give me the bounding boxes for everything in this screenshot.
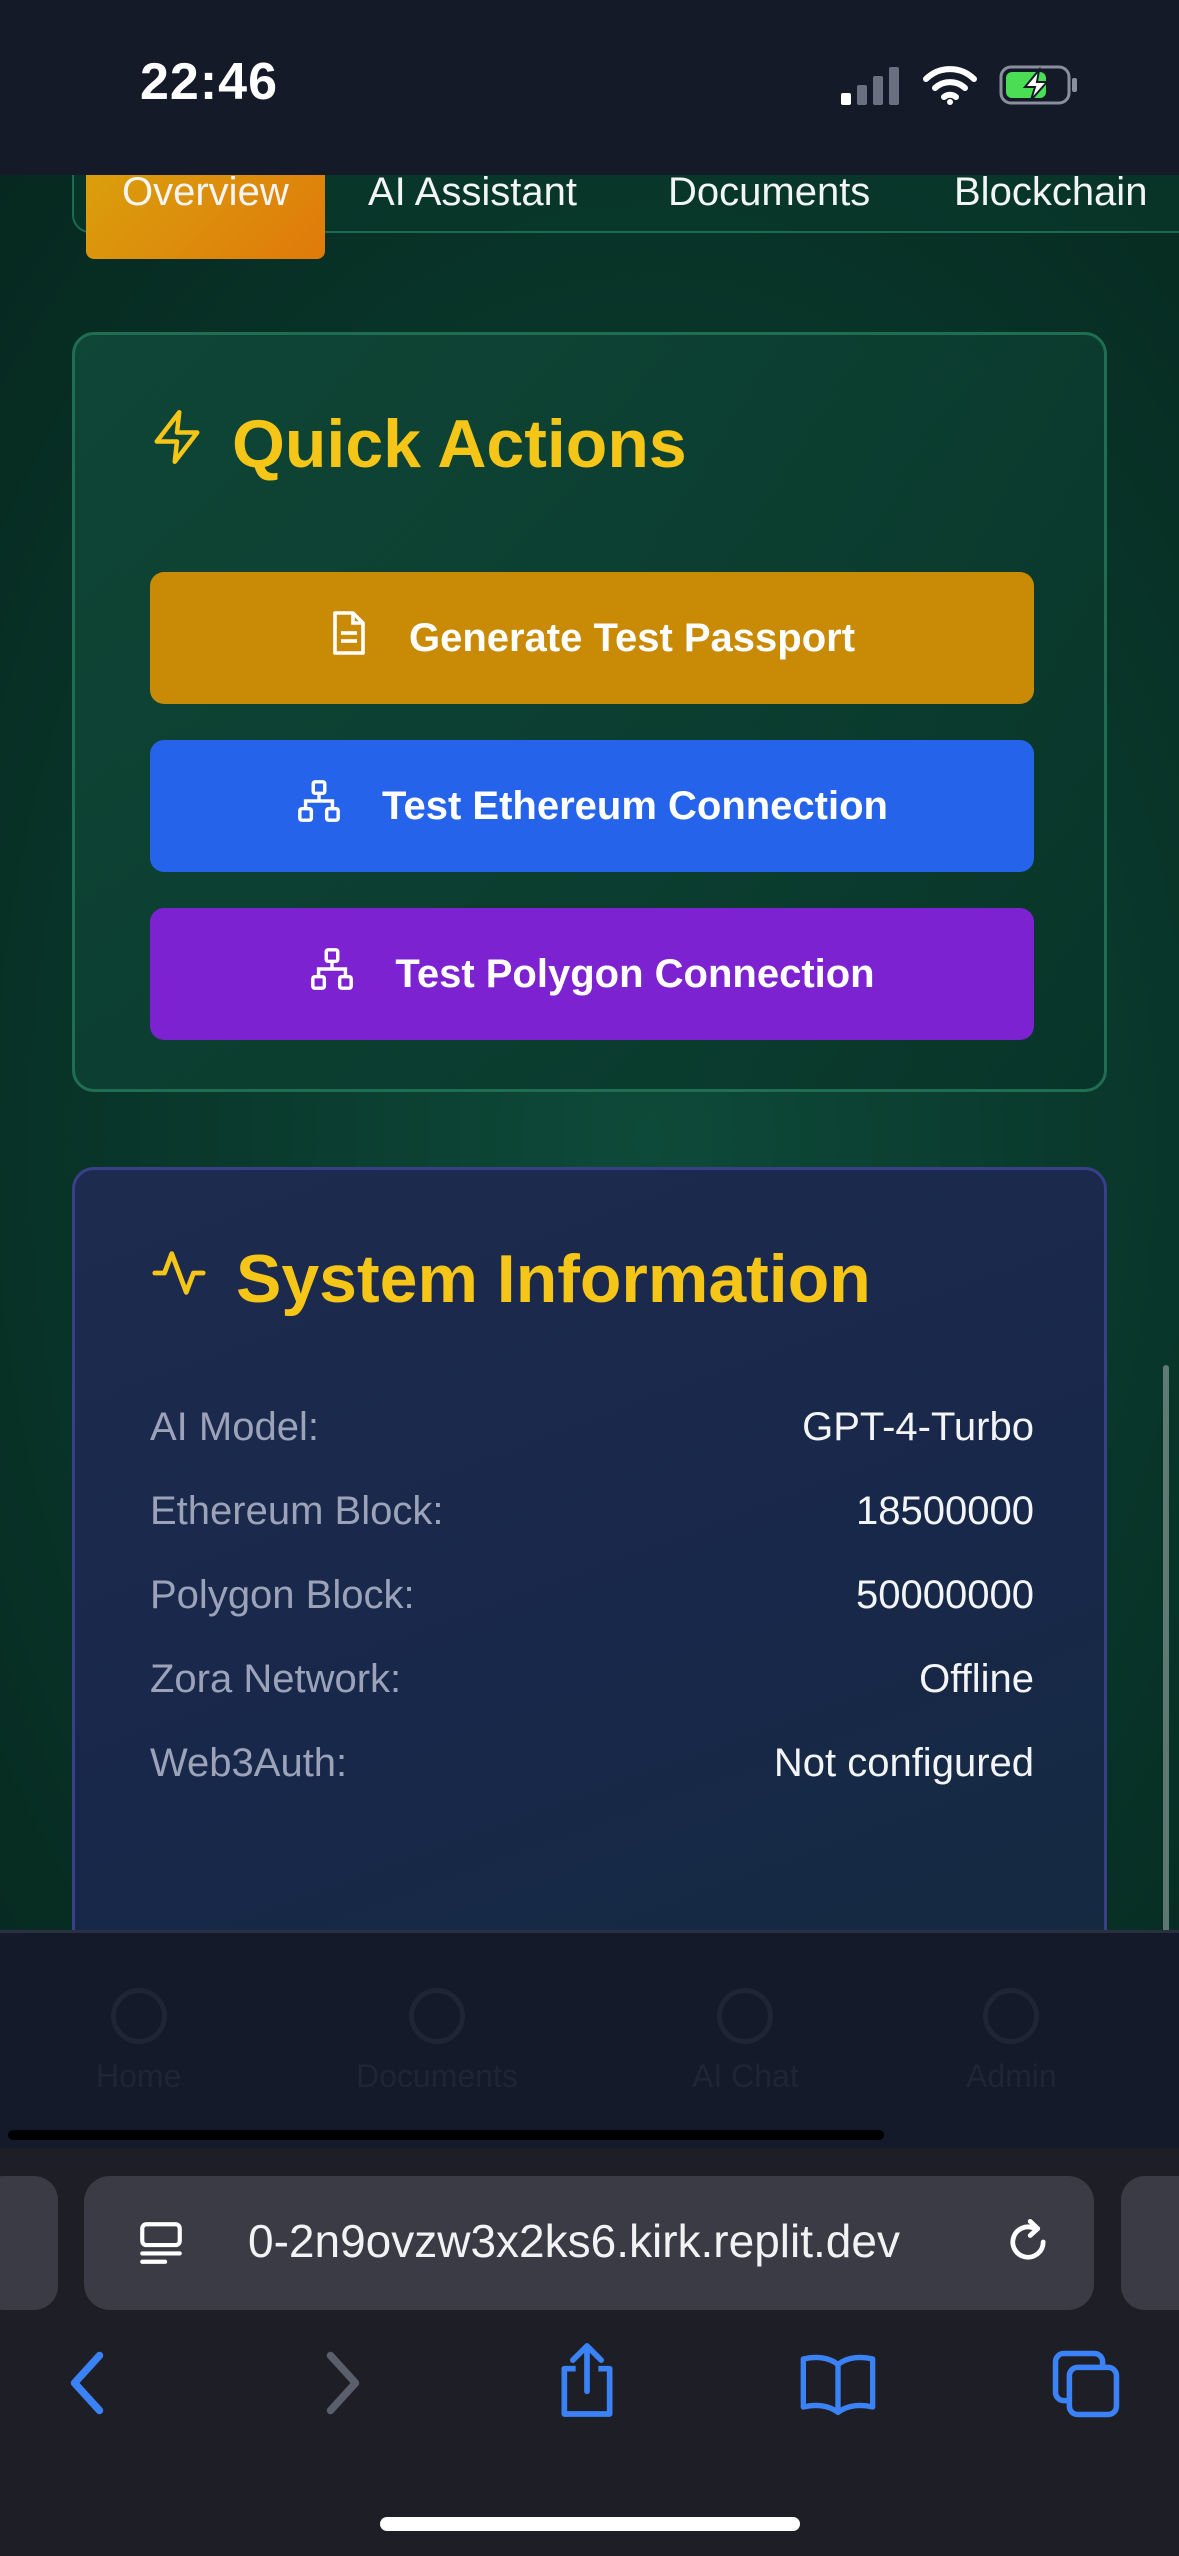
info-label: Ethereum Block: [150,1489,444,1533]
info-label: Web3Auth: [150,1741,348,1785]
url-text: 0-2n9ovzw3x2ks6.kirk.replit.dev [248,2215,900,2267]
info-label: AI Model: [150,1405,319,1449]
back-icon[interactable] [62,2348,112,2423]
info-value: 18500000 [856,1489,1034,1533]
info-value: Offline [919,1657,1034,1701]
quick-actions-card: Quick Actions Generate Test Passport Tes… [72,332,1107,1092]
info-value: GPT-4-Turbo [802,1405,1034,1449]
address-bar[interactable]: 0-2n9ovzw3x2ks6.kirk.replit.dev [84,2176,1094,2310]
system-information-title: System Information [236,1241,871,1317]
nav-label: Documents [356,2058,518,2094]
tab-documents[interactable]: Documents [668,175,870,233]
info-row-polygon-block: Polygon Block: 50000000 [150,1573,1034,1618]
reload-icon[interactable] [1002,2216,1054,2273]
button-label: Test Polygon Connection [395,951,875,996]
scrollbar[interactable] [1163,1365,1169,1930]
info-label: Zora Network: [150,1657,402,1701]
lightning-icon [150,405,204,483]
info-value: Not configured [773,1741,1034,1785]
status-time: 22:46 [140,53,278,111]
document-icon [329,609,369,667]
app-content: Overview AI Assistant Documents Blockcha… [0,175,1179,1930]
home-indicator[interactable] [380,2517,800,2531]
battery-charging-icon [999,64,1079,111]
home-icon [110,1988,167,2044]
nav-label: Admin [966,2058,1057,2094]
status-bar: 22:46 [0,0,1179,175]
nav-label: AI Chat [692,2058,799,2094]
nav-item-home[interactable]: Home [96,1988,181,2095]
info-row-zora-network: Zora Network: Offline [150,1657,1034,1702]
forward-icon[interactable] [318,2348,368,2423]
nav-label: Home [96,2058,182,2094]
button-label: Generate Test Passport [408,615,856,660]
system-information-card: System Information AI Model: GPT-4-Turbo… [72,1167,1107,1930]
quick-actions-heading: Quick Actions [150,405,687,483]
nav-item-admin[interactable]: Admin [966,1988,1057,2095]
cellular-signal-icon [839,65,901,110]
app-bottom-nav: Home Documents AI Chat Admin [0,1930,1179,2148]
next-tab-peek[interactable] [1121,2176,1179,2310]
tab-bar: Overview AI Assistant Documents Blockcha… [72,175,1179,259]
document-icon [408,1988,465,2044]
info-label: Polygon Block: [150,1573,415,1617]
tab-blockchain[interactable]: Blockchain [954,175,1147,233]
page-menu-icon[interactable] [136,2218,186,2273]
wifi-icon [923,65,977,110]
nav-item-documents[interactable]: Documents [356,1988,518,2095]
test-ethereum-connection-button[interactable]: Test Ethereum Connection [150,740,1034,872]
nav-item-ai-chat[interactable]: AI Chat [692,1988,799,2095]
info-row-ai-model: AI Model: GPT-4-Turbo [150,1405,1034,1450]
tab-label: Blockchain [954,175,1148,214]
previous-tab-peek[interactable] [0,2176,58,2310]
tabs-icon[interactable] [1050,2348,1122,2425]
chat-icon [717,1988,774,2044]
test-polygon-connection-button[interactable]: Test Polygon Connection [150,908,1034,1040]
bookmarks-icon[interactable] [798,2350,878,2421]
activity-icon [150,1240,208,1318]
quick-actions-title: Quick Actions [232,406,687,482]
tab-label: Overview [122,175,289,214]
generate-test-passport-button[interactable]: Generate Test Passport [150,572,1034,704]
share-icon[interactable] [553,2340,621,2425]
status-icons [839,62,1079,112]
tab-label: Documents [668,175,871,214]
horizontal-scrollbar [8,2130,884,2140]
network-icon [296,778,342,834]
button-label: Test Ethereum Connection [382,783,888,828]
info-row-web3auth: Web3Auth: Not configured [150,1741,1034,1786]
info-value: 50000000 [856,1573,1034,1617]
system-information-heading: System Information [150,1240,871,1318]
browser-toolbar: 0-2n9ovzw3x2ks6.kirk.replit.dev [0,2148,1179,2556]
tab-overview[interactable]: Overview [86,175,325,259]
tab-ai-assistant[interactable]: AI Assistant [368,175,577,233]
info-row-ethereum-block: Ethereum Block: 18500000 [150,1489,1034,1534]
gear-icon [983,1988,1040,2044]
tab-label: AI Assistant [368,175,577,214]
network-icon [309,946,355,1002]
